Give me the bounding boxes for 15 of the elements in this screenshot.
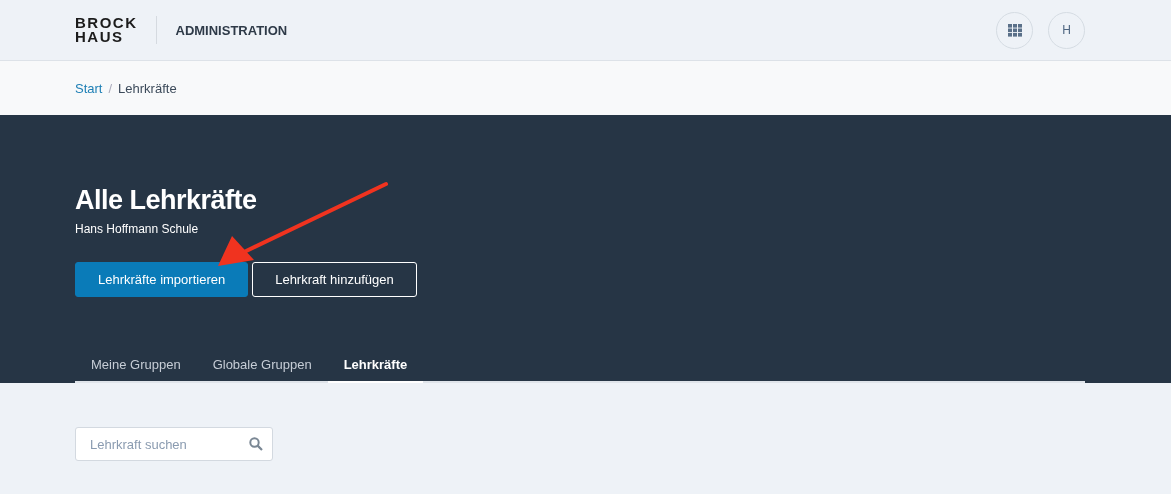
logo: BROCK HAUS — [75, 16, 157, 44]
tab[interactable]: Globale Gruppen — [196, 348, 328, 381]
breadcrumb-link[interactable]: Start — [75, 80, 103, 96]
page-title: Alle Lehrkräfte — [75, 185, 258, 216]
breadcrumb-separator: / — [108, 80, 113, 96]
search-icon — [249, 437, 263, 451]
tab[interactable]: Meine Gruppen — [75, 348, 197, 381]
import-button[interactable]: Lehrkräfte importieren — [75, 262, 249, 297]
search-field[interactable]: Lehrkraft suchen — [75, 427, 273, 461]
breadcrumb-current: Lehrkräfte — [118, 80, 177, 96]
app-title: ADMINISTRATION — [175, 22, 289, 38]
page-subtitle: Hans Hoffmann Schule — [75, 222, 200, 236]
add-button[interactable]: Lehrkraft hinzufügen — [252, 262, 417, 297]
tab[interactable]: Lehrkräfte — [327, 348, 424, 381]
grid-icon — [1007, 23, 1022, 37]
